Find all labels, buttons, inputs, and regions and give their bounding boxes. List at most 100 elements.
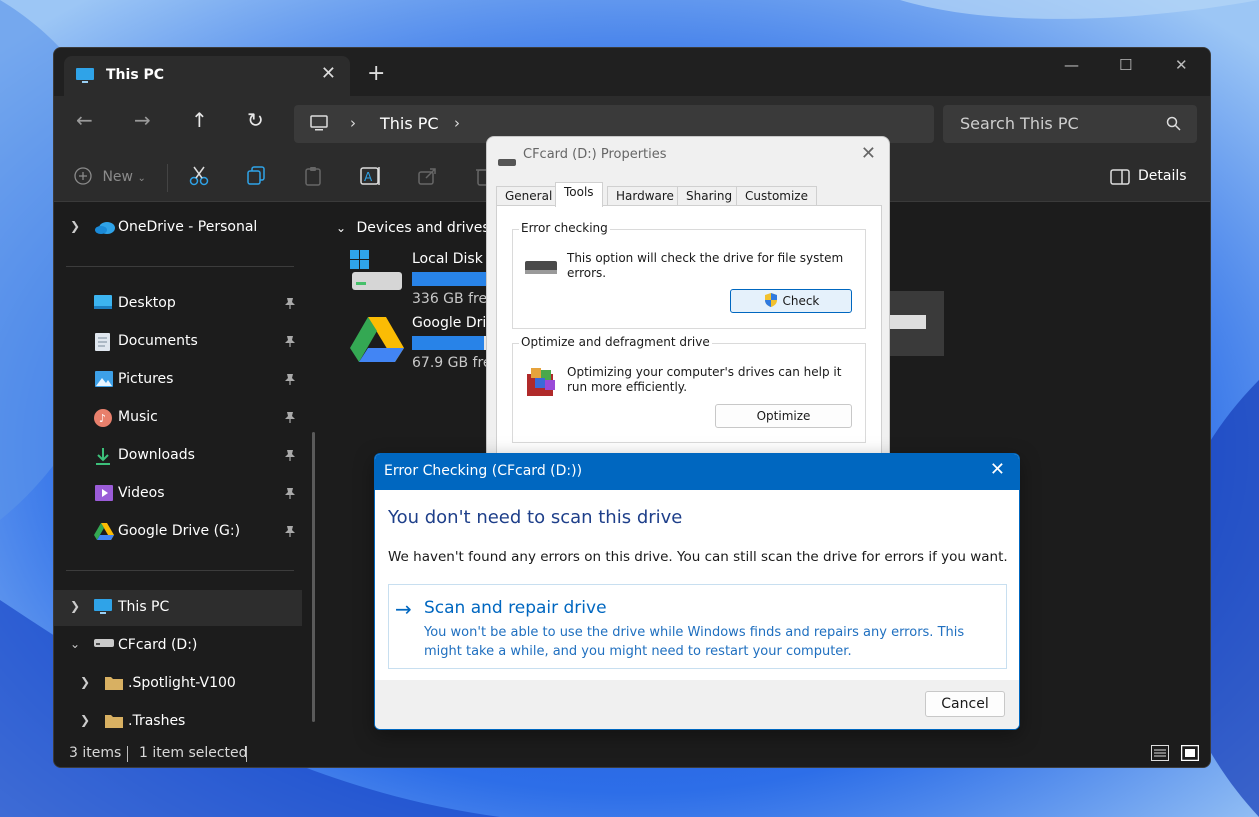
dialog-title: CFcard (D:) Properties [523,147,667,162]
details-view-icon[interactable] [1151,745,1169,765]
dialog-message: We haven't found any errors on this driv… [388,549,1008,565]
group-title: Optimize and defragment drive [519,335,712,349]
new-button-label: New [102,169,133,185]
sidebar-item-desktop[interactable]: Desktop [54,286,302,322]
tab-label: This PC [106,67,165,83]
title-bar: This PC ✕ + — ☐ ✕ [54,48,1210,96]
maximize-button[interactable]: ☐ [1119,56,1132,74]
sidebar-divider [66,570,294,571]
optimize-group: Optimize and defragment drive Optimizing… [512,335,866,443]
tab-hardware[interactable]: Hardware [607,186,683,206]
sidebar-scrollbar[interactable] [312,432,315,722]
sidebar-item-videos[interactable]: Videos [54,476,302,512]
dialog-title: Error Checking (CFcard (D:)) [384,463,583,479]
scan-and-repair-option[interactable]: → Scan and repair drive You won't be abl… [388,584,1007,669]
toolbar-divider [167,164,168,192]
close-window-button[interactable]: ✕ [1175,56,1188,74]
scan-option-description: You won't be able to use the drive while… [424,625,965,659]
status-divider [246,746,247,762]
copy-icon[interactable] [246,166,266,190]
cancel-button[interactable]: Cancel [925,691,1005,717]
sidebar-item-documents[interactable]: Documents [54,324,302,360]
arrow-right-icon: → [395,597,412,621]
error-checking-group: Error checking This option will check th… [512,221,866,329]
breadcrumb-chevron-icon[interactable]: › [454,114,460,132]
scan-option-title: Scan and repair drive [424,598,607,618]
dialog-title-bar: Error Checking (CFcard (D:)) ✕ [375,454,1019,490]
breadcrumb-chevron-icon[interactable]: › [350,114,356,132]
sidebar-item-downloads[interactable]: Downloads [54,438,302,474]
close-icon[interactable]: ✕ [990,459,1005,480]
sidebar-item-label: This PC [118,599,170,615]
tools-panel: Error checking This option will check th… [496,205,882,455]
close-icon[interactable]: ✕ [861,143,876,164]
chevron-right-icon[interactable]: ❯ [80,713,90,727]
tab-customize[interactable]: Customize [736,186,817,206]
forward-arrow-icon[interactable]: → [134,110,151,130]
up-arrow-icon[interactable]: ↑ [191,110,208,130]
sidebar-item-onedrive[interactable]: ❯ OneDrive - Personal [54,210,302,246]
chevron-right-icon[interactable]: ❯ [70,219,80,233]
tab-general[interactable]: General [496,186,562,206]
drive-usage-fill [412,272,492,286]
chevron-down-icon: ⌄ [336,221,347,235]
new-button[interactable]: New ⌄ [74,167,146,185]
dialog-footer: Cancel [375,680,1019,729]
sidebar-item-cfcard[interactable]: ⌄ CFcard (D:) [54,628,302,664]
pictures-icon [95,371,113,391]
sidebar-item-label: OneDrive - Personal [118,219,258,235]
sidebar-item-label: Downloads [118,447,195,463]
selection-count: 1 item selected [139,745,248,761]
chevron-right-icon[interactable]: ❯ [70,599,80,613]
search-box[interactable]: Search This PC [943,105,1197,143]
tab-tools[interactable]: Tools [555,182,603,207]
share-icon[interactable] [417,166,437,190]
drive-name: Google Driv [412,315,495,331]
paste-icon[interactable] [303,166,323,190]
sidebar-item-pictures[interactable]: Pictures [54,362,302,398]
drive-usage-fill [412,336,484,350]
drive-icon [525,260,557,279]
google-drive-icon [94,523,114,544]
check-button[interactable]: Check [730,289,852,313]
chevron-down-icon[interactable]: ⌄ [70,637,80,651]
pin-icon [284,335,296,351]
music-icon: ♪ [94,409,112,431]
sidebar-item-label: Desktop [118,295,176,311]
navigation-pane: ❯ OneDrive - Personal Desktop Documents … [54,202,324,742]
breadcrumb-this-pc[interactable]: This PC [380,114,439,133]
uac-shield-icon [764,293,777,307]
tab-this-pc[interactable]: This PC ✕ [64,56,350,96]
details-label: Details [1138,168,1187,184]
cut-icon[interactable] [189,166,209,190]
optimize-button[interactable]: Optimize [715,404,852,428]
sidebar-item-label: Google Drive (G:) [118,523,241,539]
tiles-view-icon[interactable] [1180,744,1200,765]
tab-close-icon[interactable]: ✕ [321,63,336,84]
details-button[interactable]: Details [1110,168,1187,185]
tab-sharing[interactable]: Sharing [677,186,742,206]
drive-icon [94,637,114,653]
sidebar-item-this-pc[interactable]: ❯ This PC [54,590,302,626]
rename-icon[interactable]: A [360,166,382,190]
sidebar-divider [66,266,294,267]
sidebar-item-label: .Spotlight-V100 [128,675,236,691]
sidebar-item-folder[interactable]: ❯ .Trashes [54,704,302,740]
sidebar-item-music[interactable]: ♪ Music [54,400,302,436]
documents-icon [95,333,111,355]
monitor-icon [76,68,94,88]
onedrive-cloud-icon [94,219,116,239]
new-tab-button[interactable]: + [367,63,385,85]
back-arrow-icon[interactable]: ← [76,110,93,130]
chevron-right-icon[interactable]: ❯ [80,675,90,689]
downloads-icon [95,447,111,469]
sidebar-item-google-drive[interactable]: Google Drive (G:) [54,514,302,550]
minimize-button[interactable]: — [1064,56,1079,74]
status-divider [127,746,128,762]
group-header[interactable]: ⌄ Devices and drives [336,220,490,236]
status-bar: 3 items 1 item selected [54,742,1210,767]
refresh-icon[interactable]: ↻ [247,110,264,130]
svg-text:♪: ♪ [99,412,106,425]
sidebar-item-label: CFcard (D:) [118,637,198,653]
sidebar-item-folder[interactable]: ❯ .Spotlight-V100 [54,666,302,702]
